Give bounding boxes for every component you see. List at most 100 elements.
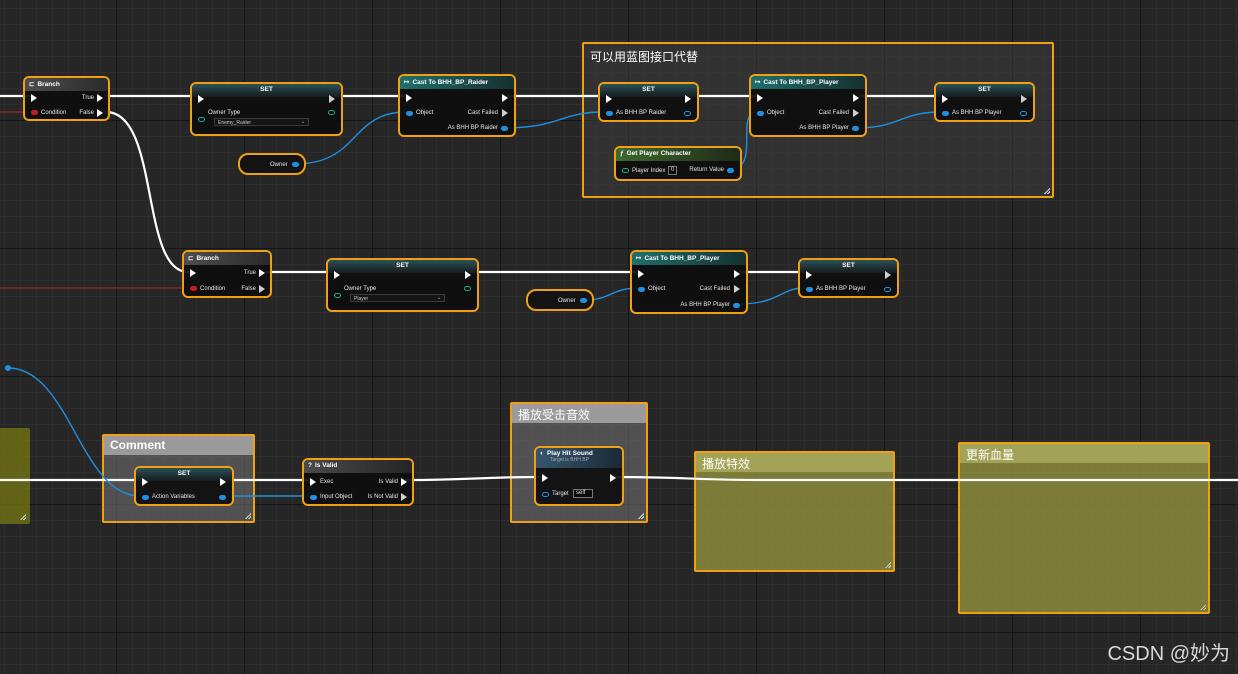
node-header[interactable]: ⊏ Branch <box>184 252 270 265</box>
branch-node[interactable]: ⊏ Branch True Condition False <box>23 76 110 121</box>
object-in-pin[interactable] <box>638 287 645 292</box>
exec-true-pin[interactable] <box>97 94 103 102</box>
return-value-pin[interactable] <box>727 168 734 173</box>
comment-title[interactable]: Comment <box>104 436 253 455</box>
exec-out-pin[interactable] <box>220 478 226 486</box>
is-not-valid-exec-pin[interactable] <box>401 493 407 501</box>
node-header[interactable]: ↦ Cast To BHH_BP_Raider <box>400 76 514 89</box>
node-header[interactable]: SET <box>328 260 477 273</box>
node-header[interactable]: ⊏ Branch <box>25 78 108 91</box>
exec-out-pin[interactable] <box>734 270 740 278</box>
target-pin[interactable] <box>542 492 549 497</box>
enum-out-pin[interactable] <box>328 110 335 115</box>
object-in-pin[interactable] <box>757 111 764 116</box>
get-player-character-node[interactable]: ƒ Get Player Character Player Index 0 Ret… <box>614 146 742 181</box>
exec-false-pin[interactable] <box>97 109 103 117</box>
exec-in-pin[interactable] <box>606 95 612 103</box>
exec-in-pin[interactable] <box>190 269 196 277</box>
resize-grip-icon[interactable] <box>20 514 26 520</box>
node-header[interactable]: ↦ Cast To BHH_BP_Player <box>632 252 746 265</box>
condition-pin[interactable] <box>190 286 197 291</box>
play-hit-sound-node[interactable]: ◐ Play Hit Sound Target is BHH BP Target s… <box>534 446 624 506</box>
is-valid-exec-pin[interactable] <box>401 478 407 486</box>
node-header[interactable]: ↦ Cast To BHH_BP_Player <box>751 76 865 89</box>
set-owner-type-node[interactable]: SET Owner Type Enemy_Raider ⌄ <box>190 82 343 136</box>
object-in-pin[interactable] <box>406 111 413 116</box>
enum-dropdown[interactable]: Enemy_Raider ⌄ <box>214 118 309 126</box>
cast-failed-pin[interactable] <box>502 109 508 117</box>
owner-variable-node[interactable]: Owner <box>238 153 306 175</box>
blueprint-graph-canvas[interactable]: 可以用蓝图接口代替 Comment 播放受击音效 播放特效 更新血量 ⊏ Bra… <box>0 0 1238 674</box>
resize-grip-icon[interactable] <box>245 513 251 519</box>
as-raider-out-pin[interactable] <box>501 126 508 131</box>
object-out-pin[interactable] <box>884 287 891 292</box>
enum-dropdown[interactable]: Player ⌄ <box>350 294 445 302</box>
comment-box-play-effect[interactable]: 播放特效 <box>694 451 895 572</box>
as-player-out-pin[interactable] <box>852 126 859 131</box>
cast-to-raider-node[interactable]: ↦ Cast To BHH_BP_Raider Object Cast Faile… <box>398 74 516 137</box>
object-in-pin[interactable] <box>142 495 149 500</box>
comment-box-left-olive[interactable] <box>0 428 30 524</box>
condition-pin[interactable] <box>31 110 38 115</box>
comment-title[interactable]: 播放特效 <box>696 453 893 472</box>
exec-in-pin[interactable] <box>142 478 148 486</box>
exec-in-pin[interactable] <box>806 271 812 279</box>
exec-in-pin[interactable] <box>942 95 948 103</box>
exec-wire[interactable] <box>104 110 190 274</box>
set-player-node[interactable]: SET As BHH BP Player <box>798 258 899 298</box>
node-header[interactable]: SET <box>136 468 232 481</box>
is-valid-node[interactable]: ? Is Valid Exec Is Valid Input Object Is … <box>302 458 414 506</box>
set-owner-type-node[interactable]: SET Owner Type Player ⌄ <box>326 258 479 312</box>
object-out-pin[interactable] <box>292 162 299 167</box>
cast-to-player-node[interactable]: ↦ Cast To BHH_BP_Player Object Cast Faile… <box>630 250 748 314</box>
object-in-pin[interactable] <box>942 111 949 116</box>
object-in-pin[interactable] <box>606 111 613 116</box>
cast-failed-pin[interactable] <box>853 109 859 117</box>
node-header[interactable]: SET <box>600 84 697 97</box>
cast-failed-pin[interactable] <box>734 285 740 293</box>
exec-in-pin[interactable] <box>757 94 763 102</box>
exec-out-pin[interactable] <box>685 95 691 103</box>
input-object-pin[interactable] <box>310 495 317 500</box>
exec-out-pin[interactable] <box>1021 95 1027 103</box>
resize-grip-icon[interactable] <box>638 513 644 519</box>
comment-title[interactable]: 可以用蓝图接口代替 <box>584 46 1052 64</box>
object-out-pin[interactable] <box>684 111 691 116</box>
player-index-field[interactable]: 0 <box>668 166 677 175</box>
set-raider-node[interactable]: SET As BHH BP Raider <box>598 82 699 122</box>
node-header[interactable]: ? Is Valid <box>304 460 412 473</box>
node-header[interactable]: ◐ Play Hit Sound Target is BHH BP <box>536 448 622 468</box>
comment-title[interactable]: 播放受击音效 <box>512 404 646 423</box>
exec-out-pin[interactable] <box>610 474 616 482</box>
object-in-pin[interactable] <box>806 287 813 292</box>
exec-out-pin[interactable] <box>465 271 471 279</box>
comment-box-update-health[interactable]: 更新血量 <box>958 442 1210 614</box>
object-out-pin[interactable] <box>580 298 587 303</box>
set-player-node[interactable]: SET As BHH BP Player <box>934 82 1035 122</box>
exec-false-pin[interactable] <box>259 285 265 293</box>
object-out-pin[interactable] <box>1020 111 1027 116</box>
node-header[interactable]: SET <box>192 84 341 97</box>
branch-node[interactable]: ⊏ Branch True Condition False <box>182 250 272 298</box>
exec-in-pin[interactable] <box>310 478 316 486</box>
resize-grip-icon[interactable] <box>885 562 891 568</box>
cast-to-player-node[interactable]: ↦ Cast To BHH_BP_Player Object Cast Faile… <box>749 74 867 137</box>
node-header[interactable]: ƒ Get Player Character <box>616 148 740 161</box>
target-self-field[interactable]: self <box>573 489 593 498</box>
owner-variable-node[interactable]: Owner <box>526 289 594 311</box>
exec-in-pin[interactable] <box>334 271 340 279</box>
exec-out-pin[interactable] <box>853 94 859 102</box>
comment-title[interactable]: 更新血量 <box>960 444 1208 463</box>
exec-out-pin[interactable] <box>502 94 508 102</box>
object-out-pin[interactable] <box>219 495 226 500</box>
resize-grip-icon[interactable] <box>1200 604 1206 610</box>
node-header[interactable]: SET <box>936 84 1033 97</box>
exec-in-pin[interactable] <box>198 95 204 103</box>
exec-in-pin[interactable] <box>31 94 37 102</box>
player-index-pin[interactable] <box>622 168 629 173</box>
exec-out-pin[interactable] <box>329 95 335 103</box>
exec-in-pin[interactable] <box>542 474 548 482</box>
reroute-node[interactable] <box>5 365 11 371</box>
exec-out-pin[interactable] <box>885 271 891 279</box>
node-header[interactable]: SET <box>800 260 897 273</box>
